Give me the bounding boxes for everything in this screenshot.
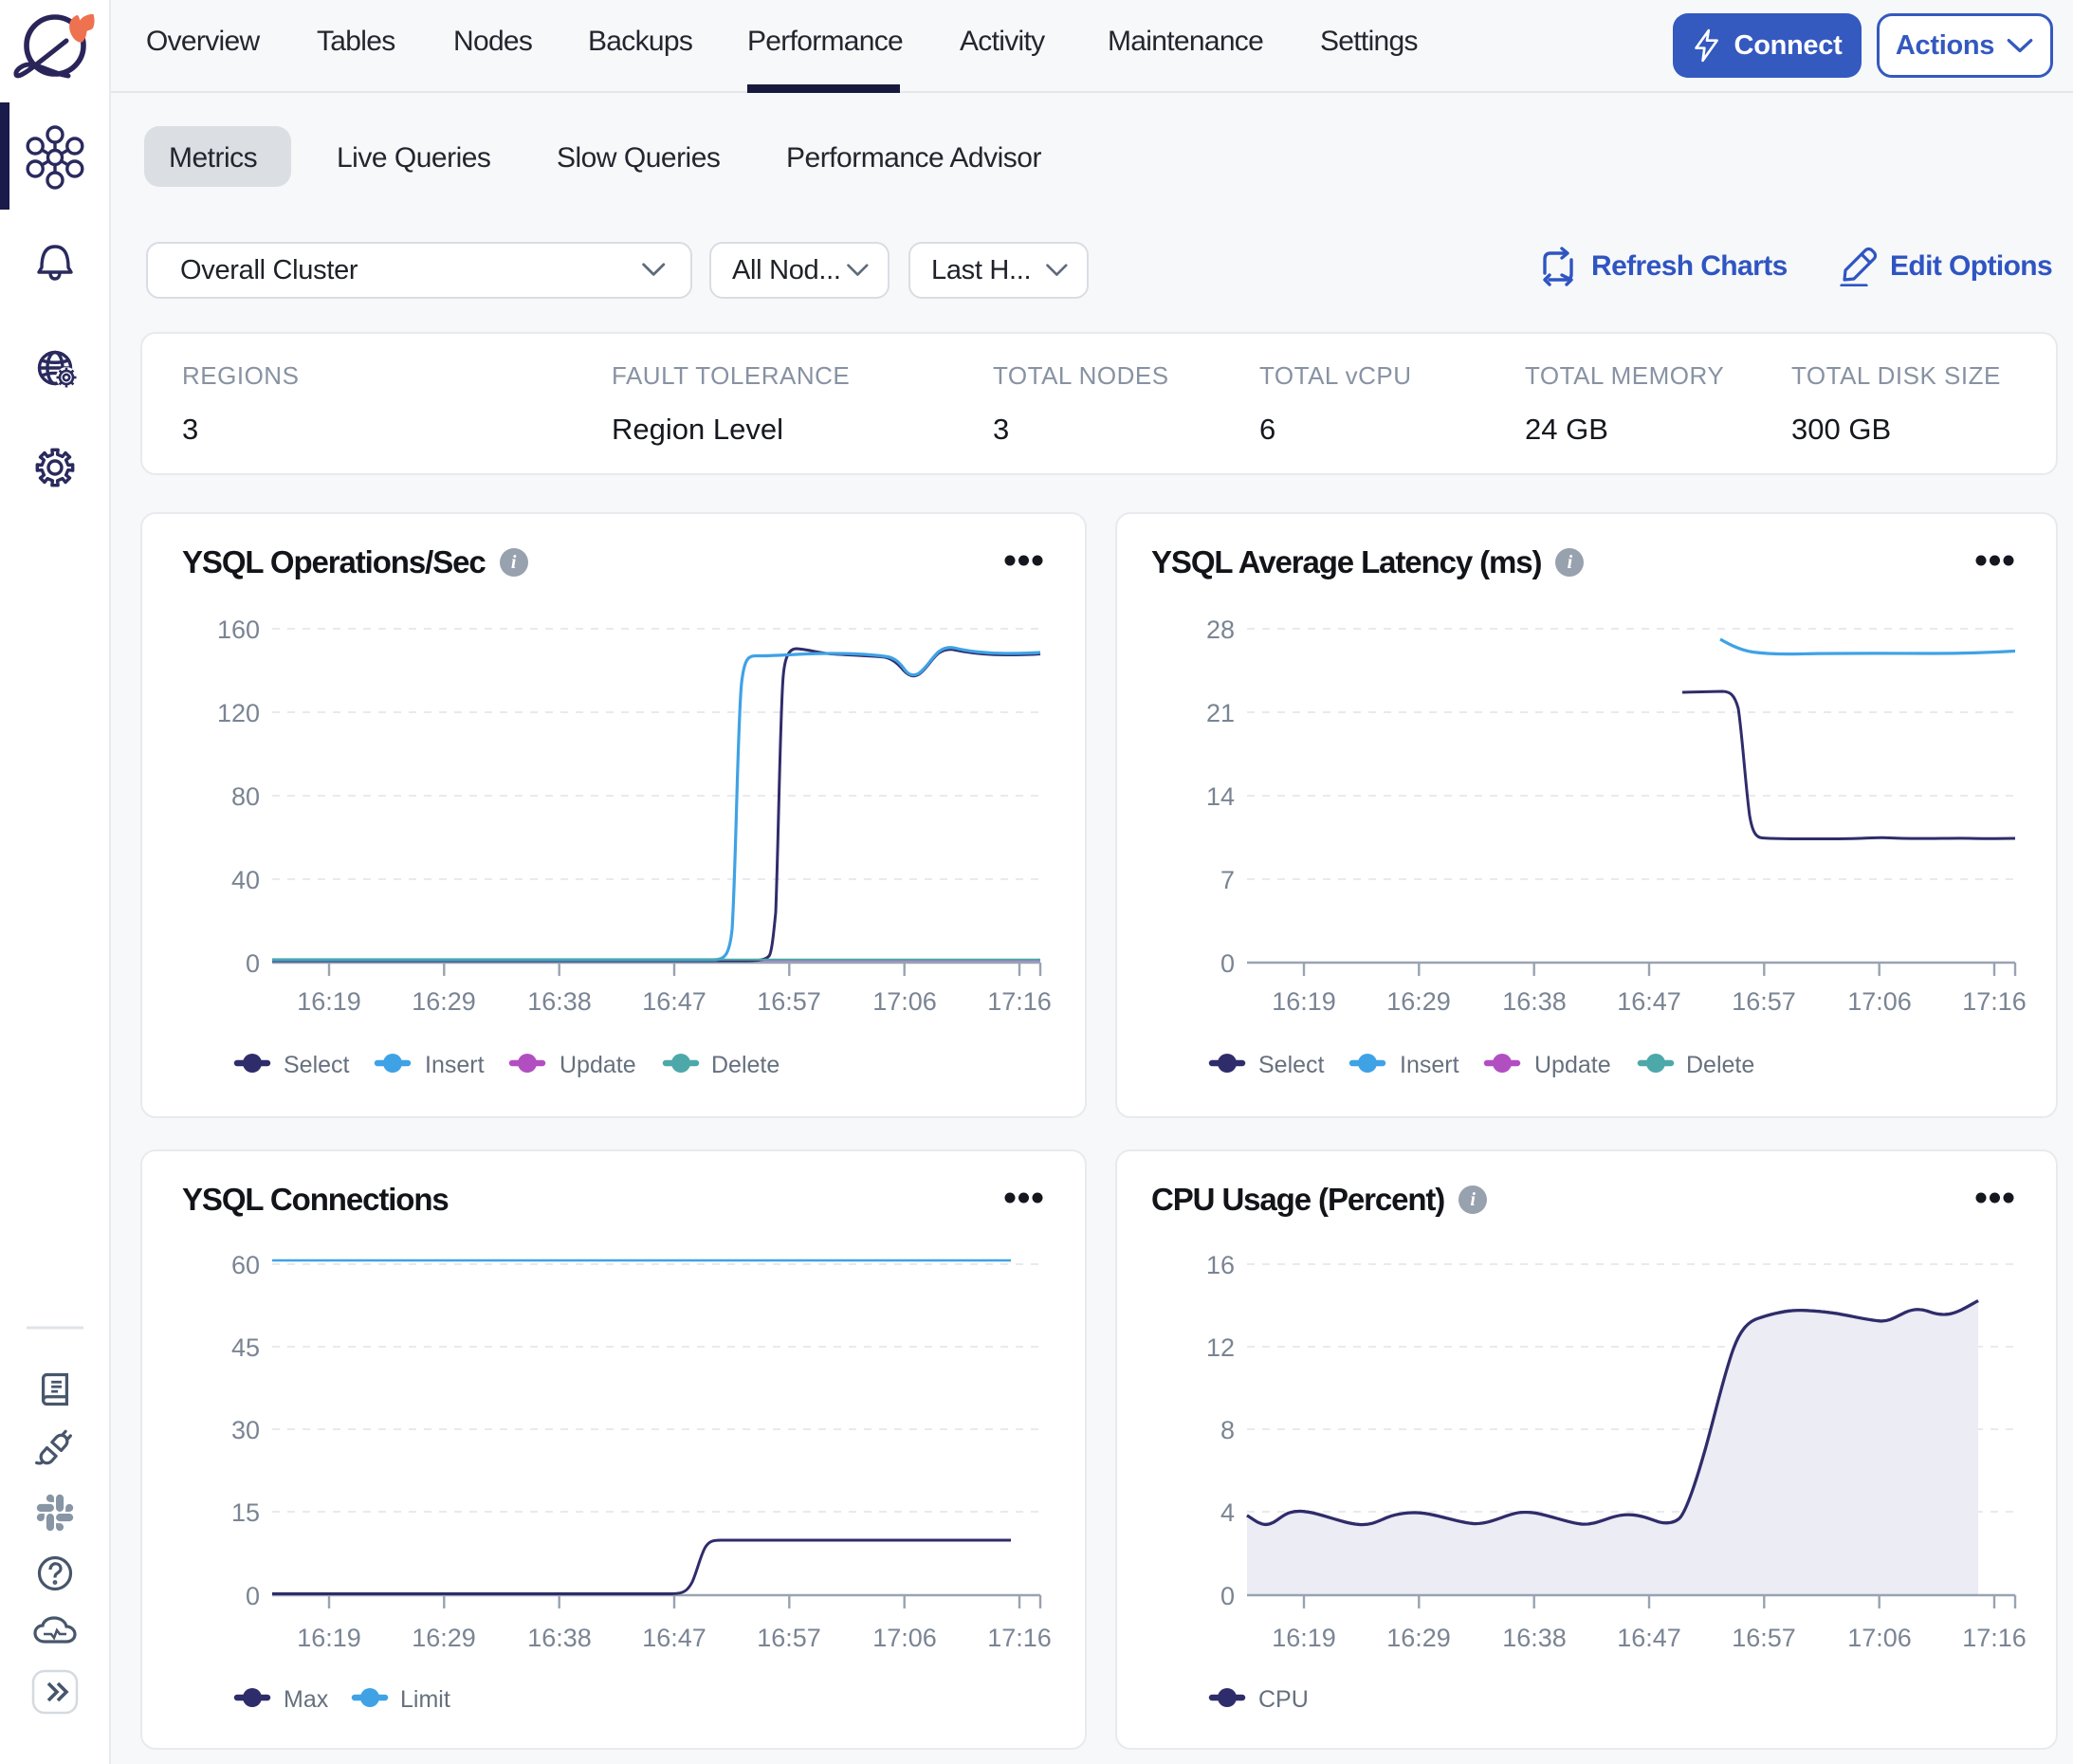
svg-text:16:19: 16:19 (1272, 987, 1336, 1016)
svg-text:16:38: 16:38 (1502, 1624, 1567, 1652)
svg-text:16:29: 16:29 (1386, 987, 1451, 1016)
svg-text:16:47: 16:47 (642, 1624, 706, 1652)
svg-text:16:19: 16:19 (297, 987, 361, 1016)
svg-text:17:16: 17:16 (987, 987, 1052, 1016)
svg-text:17:16: 17:16 (1962, 1624, 2027, 1652)
svg-text:17:06: 17:06 (1847, 1624, 1912, 1652)
svg-text:16:47: 16:47 (642, 987, 706, 1016)
svg-text:Update: Update (560, 1052, 636, 1078)
svg-text:45: 45 (231, 1333, 260, 1362)
svg-text:0: 0 (246, 1582, 260, 1610)
svg-text:16:57: 16:57 (1732, 1624, 1796, 1652)
svg-text:Select: Select (284, 1052, 350, 1078)
svg-text:Delete: Delete (711, 1052, 780, 1078)
svg-text:12: 12 (1206, 1333, 1235, 1362)
svg-text:Insert: Insert (1400, 1052, 1459, 1078)
svg-text:16:29: 16:29 (412, 1624, 476, 1652)
svg-text:Delete: Delete (1686, 1052, 1754, 1078)
svg-text:16:57: 16:57 (1732, 987, 1796, 1016)
svg-text:16: 16 (1206, 1251, 1235, 1279)
svg-text:16:38: 16:38 (527, 987, 592, 1016)
svg-text:4: 4 (1220, 1498, 1235, 1527)
svg-text:16:38: 16:38 (527, 1624, 592, 1652)
svg-text:CPU: CPU (1258, 1686, 1309, 1713)
svg-text:8: 8 (1220, 1416, 1235, 1444)
svg-text:16:57: 16:57 (757, 1624, 821, 1652)
svg-text:16:29: 16:29 (1386, 1624, 1451, 1652)
svg-text:120: 120 (217, 699, 260, 727)
svg-text:Limit: Limit (400, 1686, 450, 1713)
svg-text:80: 80 (231, 782, 260, 811)
svg-text:17:16: 17:16 (987, 1624, 1052, 1652)
svg-text:Max: Max (284, 1686, 329, 1713)
svg-text:Insert: Insert (425, 1052, 485, 1078)
svg-text:16:47: 16:47 (1617, 987, 1681, 1016)
svg-text:0: 0 (1220, 1582, 1235, 1610)
svg-text:0: 0 (1220, 949, 1235, 978)
svg-text:Select: Select (1258, 1052, 1325, 1078)
svg-text:0: 0 (246, 949, 260, 978)
svg-text:40: 40 (231, 866, 260, 894)
svg-text:17:16: 17:16 (1962, 987, 2027, 1016)
svg-text:16:29: 16:29 (412, 987, 476, 1016)
svg-text:16:19: 16:19 (297, 1624, 361, 1652)
svg-text:60: 60 (231, 1251, 260, 1279)
svg-text:17:06: 17:06 (872, 987, 937, 1016)
svg-text:7: 7 (1220, 866, 1235, 894)
svg-text:17:06: 17:06 (1847, 987, 1912, 1016)
svg-text:30: 30 (231, 1416, 260, 1444)
svg-text:15: 15 (231, 1498, 260, 1527)
svg-text:160: 160 (217, 616, 260, 644)
svg-text:14: 14 (1206, 782, 1235, 811)
svg-text:Update: Update (1534, 1052, 1611, 1078)
svg-text:16:47: 16:47 (1617, 1624, 1681, 1652)
svg-text:16:57: 16:57 (757, 987, 821, 1016)
svg-text:28: 28 (1206, 616, 1235, 644)
svg-text:17:06: 17:06 (872, 1624, 937, 1652)
svg-text:21: 21 (1206, 699, 1235, 727)
svg-text:16:38: 16:38 (1502, 987, 1567, 1016)
svg-text:16:19: 16:19 (1272, 1624, 1336, 1652)
